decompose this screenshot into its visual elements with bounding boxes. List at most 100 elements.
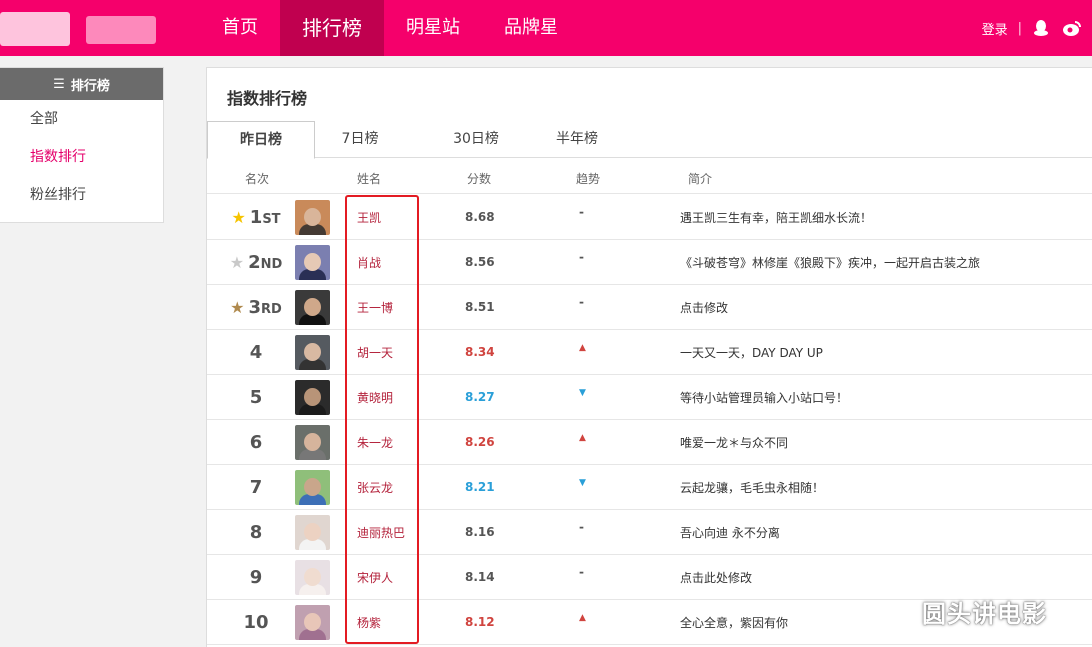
- rank-number: 8: [249, 522, 263, 543]
- nav-item-0[interactable]: 首页: [200, 0, 280, 56]
- login-link[interactable]: 登录: [982, 19, 1008, 38]
- rank-suffix: ND: [260, 256, 283, 272]
- intro-text: 一天又一天，DAY DAY UP: [680, 346, 823, 360]
- avatar[interactable]: [295, 200, 330, 235]
- tab-2[interactable]: 30日榜: [421, 121, 531, 158]
- intro-text: 等待小站管理员输入小站口号！: [680, 391, 849, 405]
- rank-number: 2: [248, 252, 261, 273]
- star-name-link[interactable]: 朱一龙: [357, 434, 393, 451]
- star-name-link[interactable]: 迪丽热巴: [357, 524, 405, 541]
- avatar[interactable]: [295, 560, 330, 595]
- star-name-link[interactable]: 杨紫: [357, 614, 381, 631]
- star-name-link[interactable]: 胡一天: [357, 344, 393, 361]
- avatar[interactable]: [295, 335, 330, 370]
- intro-text: 点击修改: [680, 301, 729, 315]
- rank-cell: 4: [221, 330, 291, 375]
- qq-icon[interactable]: [1032, 19, 1050, 37]
- score: 8.21: [465, 480, 495, 494]
- col-trend: 趋势: [576, 172, 601, 186]
- intro-text: 《斗破苍穹》林修崖《狼殿下》疾冲，一起开启古装之旅: [680, 256, 981, 270]
- score: 8.12: [465, 615, 495, 629]
- score: 8.26: [465, 435, 495, 449]
- avatar[interactable]: [295, 290, 330, 325]
- intro-text: 全心全意，紫因有你: [680, 616, 789, 630]
- avatar[interactable]: [295, 425, 330, 460]
- rank-number: 1: [249, 207, 263, 228]
- trend-flat-icon: -: [579, 565, 584, 579]
- sidebar: ☰ 排行榜 全部 指数排行 粉丝排行: [0, 67, 164, 223]
- avatar[interactable]: [295, 605, 330, 640]
- rank-number: 9: [249, 567, 263, 588]
- sidebar-item-1[interactable]: 指数排行: [0, 138, 163, 176]
- star-icon: ★: [229, 253, 245, 272]
- avatar-face: [304, 568, 321, 586]
- panel-title: 指数排行榜: [227, 89, 308, 108]
- intro-text: 点击此处修改: [680, 571, 753, 585]
- col-rank: 名次: [245, 172, 270, 186]
- trend-flat-icon: -: [579, 295, 584, 309]
- trend-flat-icon: -: [579, 520, 584, 534]
- star-icon: ★: [230, 298, 245, 317]
- rank-number: 7: [249, 477, 263, 498]
- star-name-link[interactable]: 张云龙: [357, 479, 393, 496]
- star-name-link[interactable]: 王一博: [357, 299, 393, 316]
- rank-cell: ★ 2 ND: [221, 240, 291, 285]
- star-name-link[interactable]: 黄晓明: [357, 389, 393, 406]
- trend-up-icon: ▲: [579, 433, 586, 443]
- rank-cell: ★ 1 ST: [221, 195, 291, 240]
- watermark: 圆头讲电影: [922, 600, 1047, 628]
- rank-number: 10: [243, 612, 269, 633]
- site-logo[interactable]: [0, 6, 165, 48]
- rank-cell: 7: [221, 465, 291, 510]
- avatar-face: [304, 523, 321, 541]
- trend-down-icon: ▼: [579, 478, 586, 488]
- logo-slogan-blurred: [86, 16, 156, 44]
- avatar-face: [304, 253, 321, 271]
- trend-flat-icon: -: [579, 250, 584, 264]
- sidebar-title: 排行榜: [70, 78, 110, 94]
- star-icon: ★: [231, 208, 246, 227]
- rank-number: 5: [249, 387, 263, 408]
- rank-cell: 8: [221, 510, 291, 555]
- rank-number: 6: [249, 432, 263, 453]
- nav-item-2[interactable]: 明星站: [384, 0, 482, 56]
- avatar[interactable]: [295, 515, 330, 550]
- intro-text: 唯爱一龙＊与众不同: [680, 436, 789, 450]
- tab-1[interactable]: 7日榜: [315, 121, 405, 158]
- score: 8.16: [465, 525, 495, 539]
- star-name-link[interactable]: 肖战: [357, 254, 381, 271]
- table-row: 8 迪丽热巴 8.16 - 吾心向迪 永不分离: [207, 510, 1092, 555]
- rank-cell: 5: [221, 375, 291, 420]
- sidebar-item-0[interactable]: 全部: [0, 100, 163, 138]
- table-row: 5 黄晓明 8.27 ▼ 等待小站管理员输入小站口号！: [207, 375, 1092, 420]
- tab-3[interactable]: 半年榜: [527, 121, 627, 158]
- score: 8.56: [465, 255, 495, 269]
- star-name-link[interactable]: 王凯: [357, 209, 381, 226]
- main-nav: 首页 排行榜 明星站 品牌星: [200, 0, 580, 56]
- col-score: 分数: [467, 172, 492, 186]
- star-name-link[interactable]: 宋伊人: [357, 569, 393, 586]
- avatar[interactable]: [295, 245, 330, 280]
- score: 8.14: [465, 570, 495, 584]
- nav-item-1[interactable]: 排行榜: [280, 0, 384, 56]
- table-row: 4 胡一天 8.34 ▲ 一天又一天，DAY DAY UP: [207, 330, 1092, 375]
- avatar[interactable]: [295, 380, 330, 415]
- sidebar-header: ☰ 排行榜: [0, 68, 163, 100]
- score: 8.51: [465, 300, 495, 314]
- tab-0[interactable]: 昨日榜: [207, 121, 315, 159]
- tab-bar: 昨日榜 7日榜 30日榜 半年榜: [207, 121, 1092, 159]
- intro-text: 遇王凯三生有幸，陪王凯细水长流！: [680, 211, 873, 225]
- sidebar-item-2[interactable]: 粉丝排行: [0, 176, 163, 214]
- score: 8.27: [465, 390, 495, 404]
- avatar[interactable]: [295, 470, 330, 505]
- trend-up-icon: ▲: [579, 343, 586, 353]
- score: 8.68: [465, 210, 495, 224]
- col-name: 姓名: [357, 172, 382, 186]
- table-row: ★ 3 RD 王一博 8.51 - 点击修改: [207, 285, 1092, 330]
- avatar-face: [304, 478, 321, 496]
- intro-text: 吾心向迪 永不分离: [680, 526, 780, 540]
- nav-item-3[interactable]: 品牌星: [482, 0, 580, 56]
- avatar-face: [304, 208, 321, 226]
- weibo-icon[interactable]: [1062, 19, 1081, 37]
- header-separator: |: [1017, 20, 1022, 36]
